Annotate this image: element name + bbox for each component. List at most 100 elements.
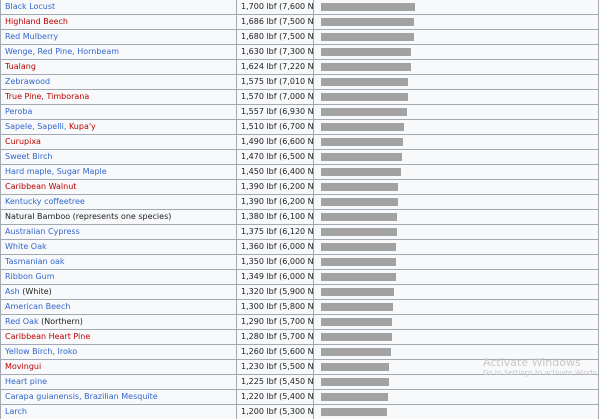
bar-track [318,46,598,59]
bar-track [318,136,598,149]
species-name[interactable]: Sapele, Sapelli, [5,122,69,131]
species-name[interactable]: Tasmanian oak [5,257,65,266]
bar-cell [313,179,599,195]
bar-cell [313,239,599,255]
hardness-bar [321,123,404,131]
hardness-bar [321,63,411,71]
bar-track [318,121,598,134]
species-name[interactable]: Highland Beech [5,17,68,26]
species-name[interactable]: Sweet Birch [5,152,52,161]
species-name[interactable]: Red Mulberry [5,32,58,41]
hardness-bar [321,288,394,296]
bar-cell [313,164,599,180]
table-row: Larch 1,200 lbf (5,300 N) [0,404,599,419]
hardness-value: 1,360 lbf (6,000 N) [236,239,314,255]
species-cell: Red Mulberry [0,29,237,45]
bar-track [318,226,598,239]
species-name[interactable]: American Beech [5,302,70,311]
bar-track [318,316,598,329]
hardness-bar [321,18,414,26]
bar-cell [313,29,599,45]
hardness-bar [321,138,403,146]
species-cell: White Oak [0,239,237,255]
hardness-bar [321,243,396,251]
species-note: (represents one species) [70,212,172,221]
bar-cell [313,89,599,105]
bar-cell [313,314,599,330]
table-row: Ash (White) 1,320 lbf (5,900 N) [0,284,599,300]
table-row: Zebrawood 1,575 lbf (7,010 N) [0,74,599,90]
hardness-bar [321,318,392,326]
table-row: White Oak 1,360 lbf (6,000 N) [0,239,599,255]
bar-cell [313,74,599,90]
species-name[interactable]: Peroba [5,107,32,116]
bar-cell [313,0,599,15]
species-name[interactable]: Heart pine [5,377,47,386]
species-cell: Heart pine [0,374,237,390]
species-name[interactable]: Caribbean Heart Pine [5,332,90,341]
species-name[interactable]: Movingui [5,362,41,371]
bar-track [318,76,598,89]
activate-windows-watermark: Activate Windows Go to Settings to activ… [483,356,597,378]
species-cell: Peroba [0,104,237,120]
hardness-value: 1,225 lbf (5,450 N) [236,374,314,390]
bar-cell [313,299,599,315]
species-name[interactable]: Tualang [5,62,36,71]
hardness-bar [321,33,414,41]
species-name[interactable]: Ash [5,287,20,296]
species-cell: American Beech [0,299,237,315]
species-name[interactable]: Caribbean Walnut [5,182,76,191]
species-name[interactable]: Black Locust [5,2,55,11]
hardness-bar [321,183,398,191]
hardness-value: 1,220 lbf (5,400 N) [236,389,314,405]
species-name[interactable]: Carapa guianensis, Brazilian Mesquite [5,392,158,401]
hardness-value: 1,490 lbf (6,600 N) [236,134,314,150]
species-name[interactable]: White Oak [5,242,47,251]
hardness-value: 1,630 lbf (7,300 N) [236,44,314,60]
species-cell: Larch [0,404,237,419]
species-cell: Ribbon Gum [0,269,237,285]
hardness-bar [321,273,396,281]
species-name[interactable]: Ribbon Gum [5,272,55,281]
species-cell: Sweet Birch [0,149,237,165]
hardness-bar [321,228,397,236]
hardness-value: 1,290 lbf (5,700 N) [236,314,314,330]
table-row: Caribbean Walnut 1,390 lbf (6,200 N) [0,179,599,195]
species-name[interactable]: Red Oak [5,317,39,326]
species-note[interactable]: Kupa'y [69,122,96,131]
species-cell: Kentucky coffeetree [0,194,237,210]
species-name[interactable]: Australian Cypress [5,227,80,236]
hardness-bar [321,48,411,56]
bar-track [318,166,598,179]
species-cell: Hard maple, Sugar Maple [0,164,237,180]
table-row: Peroba 1,557 lbf (6,930 N) [0,104,599,120]
table-row: Kentucky coffeetree 1,390 lbf (6,200 N) [0,194,599,210]
bar-cell [313,194,599,210]
species-name[interactable]: Zebrawood [5,77,50,86]
table-row: Tualang 1,624 lbf (7,220 N) [0,59,599,75]
bar-track [318,301,598,314]
bar-track [318,181,598,194]
species-name[interactable]: Curupixa [5,137,41,146]
hardness-value: 1,380 lbf (6,100 N) [236,209,314,225]
species-cell: Yellow Birch, Iroko [0,344,237,360]
species-name[interactable]: Hard maple, Sugar Maple [5,167,107,176]
species-name[interactable]: Wenge, Red Pine, Hornbeam [5,47,119,56]
species-cell: Highland Beech [0,14,237,30]
table-row: Australian Cypress 1,375 lbf (6,120 N) [0,224,599,240]
species-name[interactable]: Larch [5,407,27,416]
species-name[interactable]: Kentucky coffeetree [5,197,85,206]
bar-cell [313,254,599,270]
hardness-bar [321,408,387,416]
species-name[interactable]: Yellow Birch, Iroko [5,347,77,356]
bar-track [318,211,598,224]
table-row: Curupixa 1,490 lbf (6,600 N) [0,134,599,150]
hardness-value: 1,300 lbf (5,800 N) [236,299,314,315]
species-cell: Black Locust [0,0,237,15]
species-name[interactable]: True Pine, Timborana [5,92,89,101]
species-cell: Sapele, Sapelli, Kupa'y [0,119,237,135]
bar-cell [313,44,599,60]
hardness-value: 1,686 lbf (7,500 N) [236,14,314,30]
species-cell: Carapa guianensis, Brazilian Mesquite [0,389,237,405]
table-row: American Beech 1,300 lbf (5,800 N) [0,299,599,315]
